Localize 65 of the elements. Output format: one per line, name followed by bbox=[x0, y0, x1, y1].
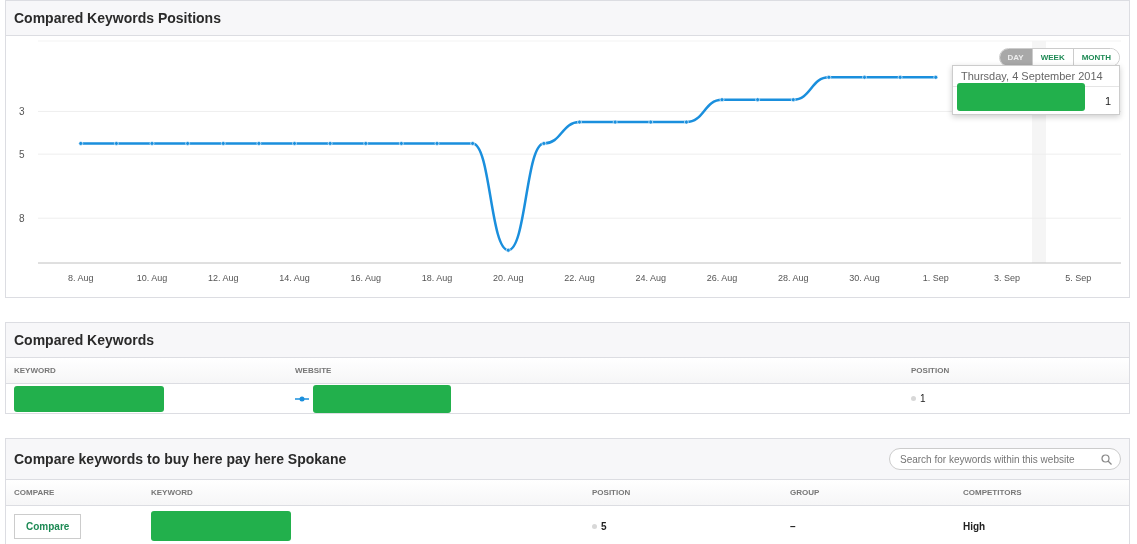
panel-title: Compared Keywords Positions bbox=[14, 10, 221, 26]
data-point bbox=[648, 119, 654, 125]
panel-title: Compare keywords to buy here pay here Spokane bbox=[14, 451, 347, 467]
x-tick-label: 10. Aug bbox=[136, 273, 168, 283]
data-point bbox=[434, 141, 440, 146]
x-tick-label: 22. Aug bbox=[564, 273, 595, 283]
x-tick-label: 26. Aug bbox=[706, 273, 738, 283]
panel-title: Compared Keywords bbox=[14, 332, 155, 348]
x-tick-label: 24. Aug bbox=[635, 273, 666, 283]
column-header: KEYWORD bbox=[14, 366, 57, 375]
data-point bbox=[684, 119, 689, 125]
data-point bbox=[470, 141, 475, 146]
compare-button[interactable]: Compare bbox=[14, 513, 82, 539]
data-point bbox=[790, 97, 796, 102]
x-tick-label: 18. Aug bbox=[421, 273, 453, 283]
x-tick-label: 16. Aug bbox=[350, 273, 381, 283]
data-point bbox=[292, 141, 297, 146]
y-tick-label: 8 bbox=[19, 213, 25, 225]
x-tick-label: 28. Aug bbox=[778, 273, 809, 283]
x-tick-label: 14. Aug bbox=[279, 273, 310, 283]
tooltip-value: 1 bbox=[1104, 94, 1111, 107]
data-point bbox=[363, 141, 369, 146]
position-value: 1 bbox=[920, 393, 926, 404]
column-header: POSITION bbox=[911, 366, 951, 375]
status-dot bbox=[592, 523, 597, 529]
data-point bbox=[541, 141, 547, 146]
data-point bbox=[897, 75, 903, 80]
group-value: – bbox=[790, 520, 796, 532]
data-point bbox=[327, 141, 333, 146]
data-point bbox=[755, 97, 760, 102]
y-tick-label: 3 bbox=[19, 106, 25, 118]
position-value: 5 bbox=[601, 520, 607, 532]
data-point bbox=[933, 75, 939, 80]
data-point bbox=[719, 97, 725, 102]
x-tick-label: 12. Aug bbox=[208, 273, 239, 283]
column-header: GROUP bbox=[790, 488, 821, 497]
status-dot bbox=[911, 396, 916, 401]
search-field[interactable]: Search for keywords within this website bbox=[889, 448, 1121, 470]
column-header: POSITION bbox=[592, 488, 632, 497]
data-point bbox=[185, 141, 190, 146]
line-marker-icon bbox=[295, 395, 309, 402]
x-tick-label: 30. Aug bbox=[849, 273, 880, 283]
column-header: COMPARE bbox=[14, 488, 56, 497]
data-point bbox=[612, 119, 618, 125]
x-tick-label: 3. Sep bbox=[994, 273, 1020, 283]
data-point bbox=[256, 141, 262, 146]
search-icon bbox=[1101, 453, 1112, 465]
x-tick-label: 20. Aug bbox=[493, 273, 524, 283]
column-header: WEBSITE bbox=[295, 366, 333, 375]
data-point bbox=[149, 141, 155, 146]
competitors-value: High bbox=[963, 520, 986, 532]
x-tick-label: 8. Aug bbox=[68, 273, 94, 283]
column-header: COMPETITORS bbox=[963, 488, 1023, 497]
data-point bbox=[826, 75, 832, 80]
data-point bbox=[399, 141, 404, 146]
data-point bbox=[114, 141, 119, 146]
column-header: KEYWORD bbox=[151, 488, 194, 497]
data-point bbox=[862, 75, 867, 80]
x-tick-label: 5. Sep bbox=[1065, 273, 1092, 283]
data-point bbox=[505, 247, 511, 253]
data-point bbox=[220, 141, 226, 146]
data-point bbox=[78, 141, 84, 146]
y-tick-label: 5 bbox=[19, 149, 25, 161]
data-point bbox=[577, 119, 582, 125]
x-tick-label: 1. Sep bbox=[922, 273, 949, 283]
